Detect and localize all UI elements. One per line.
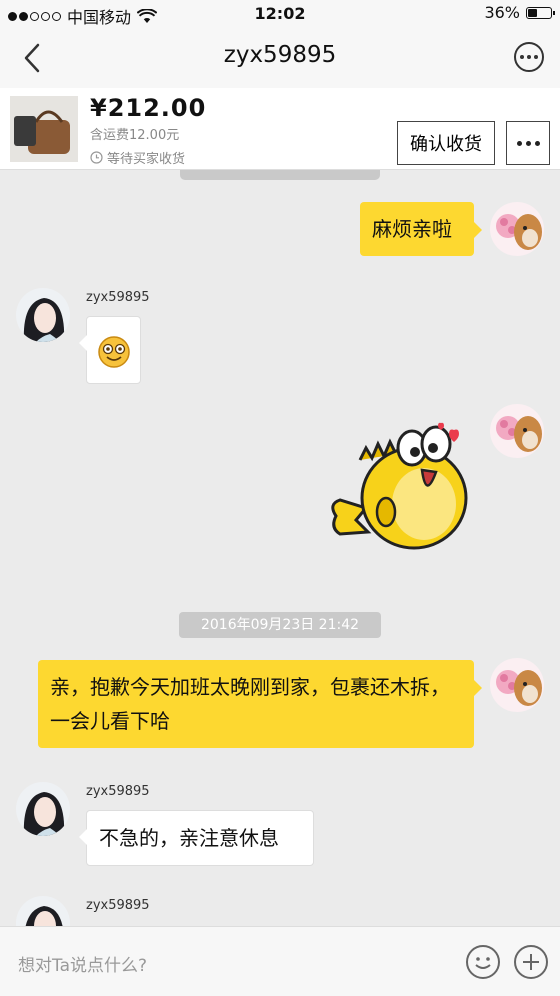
emoji-button-icon[interactable] <box>466 945 500 979</box>
sender-name: zyx59895 <box>86 784 150 799</box>
sender-name: zyx59895 <box>86 898 150 913</box>
contact-avatar[interactable] <box>16 288 70 342</box>
message-text: 亲，抱歉今天加班太晚刚到家，包裹还木拆，一会儿看下哈 <box>50 675 450 733</box>
my-avatar[interactable] <box>490 404 544 458</box>
chat-title: zyx59895 <box>223 42 337 68</box>
contact-avatar[interactable] <box>16 782 70 836</box>
more-icon[interactable] <box>514 42 544 72</box>
pull-indicator <box>180 170 380 180</box>
battery-percent: 36% <box>484 3 520 22</box>
plus-icon[interactable] <box>514 945 548 979</box>
clock-time: 12:02 <box>254 4 306 23</box>
message-input[interactable]: 想对Ta说点什么? <box>18 951 147 976</box>
message-bubble-theirs[interactable]: 不急的，亲注意休息 <box>79 810 314 866</box>
my-avatar[interactable] <box>490 202 544 256</box>
message-text: 麻烦亲啦 <box>372 217 452 241</box>
message-bubble-mine[interactable]: 麻烦亲啦 <box>360 202 482 256</box>
message-input-bar: 想对Ta说点什么? <box>0 926 560 996</box>
message-text: 不急的，亲注意休息 <box>99 826 279 850</box>
product-thumbnail[interactable] <box>10 96 78 162</box>
status-bar: 中国移动 12:02 36% <box>0 0 560 28</box>
shipping-fee: 含运费12.00元 <box>90 128 180 143</box>
message-bubble-emoji[interactable] <box>79 316 141 384</box>
battery-icon <box>526 6 555 19</box>
fish-sticker[interactable] <box>326 420 472 552</box>
message-timestamp: 2016年09月23日 21:42 <box>179 612 381 638</box>
order-price: ¥212.00 <box>90 94 207 122</box>
order-summary: ¥212.00 含运费12.00元 等待买家收货 确认收货 <box>0 88 560 170</box>
message-bubble-mine[interactable]: 亲，抱歉今天加班太晚刚到家，包裹还木拆，一会儿看下哈 <box>38 660 482 748</box>
smile-emoji-icon <box>98 336 130 368</box>
order-status-label: 等待买家收货 <box>107 152 186 167</box>
clock-icon <box>90 151 103 164</box>
my-avatar[interactable] <box>490 658 544 712</box>
order-status: 等待买家收货 <box>90 148 185 167</box>
contact-avatar[interactable] <box>16 896 70 926</box>
sender-name: zyx59895 <box>86 290 150 305</box>
confirm-receipt-button[interactable]: 确认收货 <box>397 121 495 165</box>
status-right: 36% <box>484 3 555 22</box>
order-more-button[interactable] <box>506 121 550 165</box>
nav-bar: zyx59895 <box>0 28 560 88</box>
